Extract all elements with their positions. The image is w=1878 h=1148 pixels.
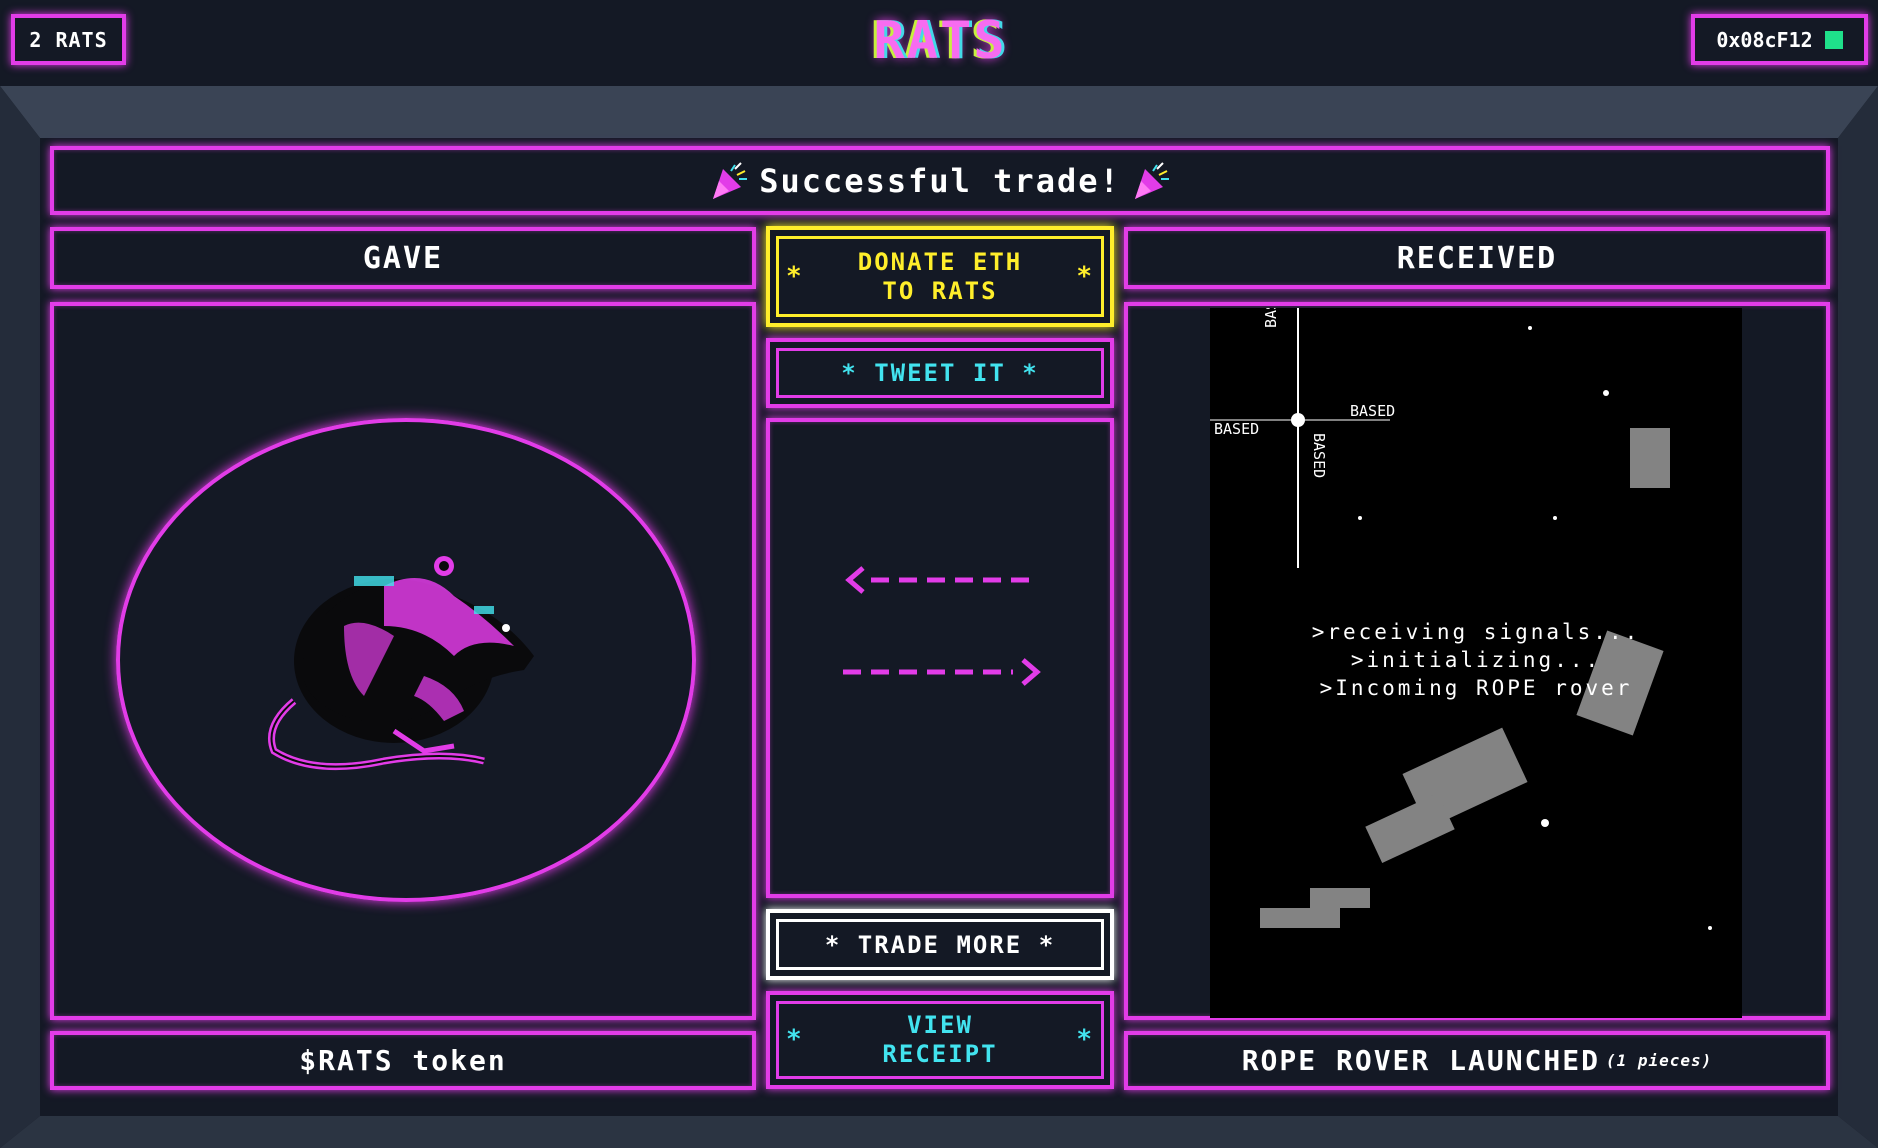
donate-eth-button[interactable]: * DONATE ETH TO RATS * <box>766 226 1114 327</box>
frame-bevel-bottom <box>0 1116 1878 1148</box>
terminal-line: >receiving signals... <box>1311 620 1641 644</box>
star-icon: * <box>1076 1024 1094 1055</box>
success-banner: Successful trade! <box>50 146 1830 215</box>
tweet-button[interactable]: * TWEET IT * <box>766 338 1114 408</box>
star-icon: * <box>786 1024 804 1055</box>
star-icon: * <box>786 261 804 291</box>
gave-item-name: $RATS token <box>299 1044 507 1077</box>
received-item-count: (1 pieces) <box>1605 1051 1713 1070</box>
donate-label-line2: TO RATS <box>882 276 998 305</box>
star-icon: * <box>824 930 842 959</box>
tweet-label: TWEET IT <box>874 359 1006 387</box>
banner-text: Successful trade! <box>759 161 1121 200</box>
trade-arrows-panel <box>766 418 1114 898</box>
star-icon: * <box>841 359 858 387</box>
frame-bevel-top <box>0 86 1878 138</box>
trade-more-label: TRADE MORE <box>857 930 1023 959</box>
receipt-label-line2: RECEIPT <box>882 1040 998 1068</box>
app-logo[interactable]: RATS <box>860 6 1020 76</box>
terminal-output: >receiving signals... >initializing... >… <box>1210 618 1742 702</box>
star-icon: * <box>1022 359 1039 387</box>
top-bar: 2 RATS RATS 0x08cF12 <box>0 0 1878 86</box>
received-footer: ROPE ROVER LAUNCHED (1 pieces) <box>1124 1031 1830 1090</box>
received-item-name: ROPE ROVER LAUNCHED (1 pieces) <box>1128 1035 1826 1086</box>
gave-heading: GAVE <box>50 227 756 289</box>
party-popper-icon <box>1134 161 1169 199</box>
nft-label: BASED <box>1350 402 1395 420</box>
terminal-line: >Incoming ROPE rover <box>1319 676 1633 700</box>
nft-label: BASED <box>1262 308 1280 328</box>
gave-footer: $RATS token <box>50 1031 756 1090</box>
receipt-label-line1: VIEW <box>907 1011 973 1039</box>
frame-bevel-left <box>0 86 40 1148</box>
rope-rover-nft-image: BASED BASED BASED BASED >receiving signa… <box>1210 308 1742 1018</box>
wallet-status-indicator <box>1824 30 1843 49</box>
rats-count-badge[interactable]: 2 RATS <box>11 14 126 65</box>
trade-more-button[interactable]: * TRADE MORE * <box>766 909 1114 980</box>
donate-label-line1: DONATE ETH <box>857 247 1023 276</box>
party-popper-icon <box>713 161 748 199</box>
arrow-left-icon <box>845 566 1038 594</box>
received-heading: RECEIVED <box>1124 227 1830 289</box>
received-panel: BASED BASED BASED BASED >receiving signa… <box>1124 302 1830 1020</box>
arrow-right-icon <box>843 658 1041 686</box>
wallet-address: 0x08cF12 <box>1716 27 1813 52</box>
view-receipt-button[interactable]: * VIEW RECEIPT * <box>766 991 1114 1089</box>
star-icon: * <box>1076 261 1094 291</box>
nft-label: BASED <box>1214 420 1259 438</box>
frame-bevel-right <box>1838 86 1878 1148</box>
gave-panel <box>50 302 756 1020</box>
received-item-title: ROPE ROVER LAUNCHED <box>1241 1044 1600 1077</box>
star-icon: * <box>1038 930 1056 959</box>
rat-icon <box>268 556 534 771</box>
nft-label: BASED <box>1310 433 1328 478</box>
wallet-button[interactable]: 0x08cF12 <box>1691 14 1868 65</box>
terminal-line: >initializing... <box>1350 648 1602 672</box>
